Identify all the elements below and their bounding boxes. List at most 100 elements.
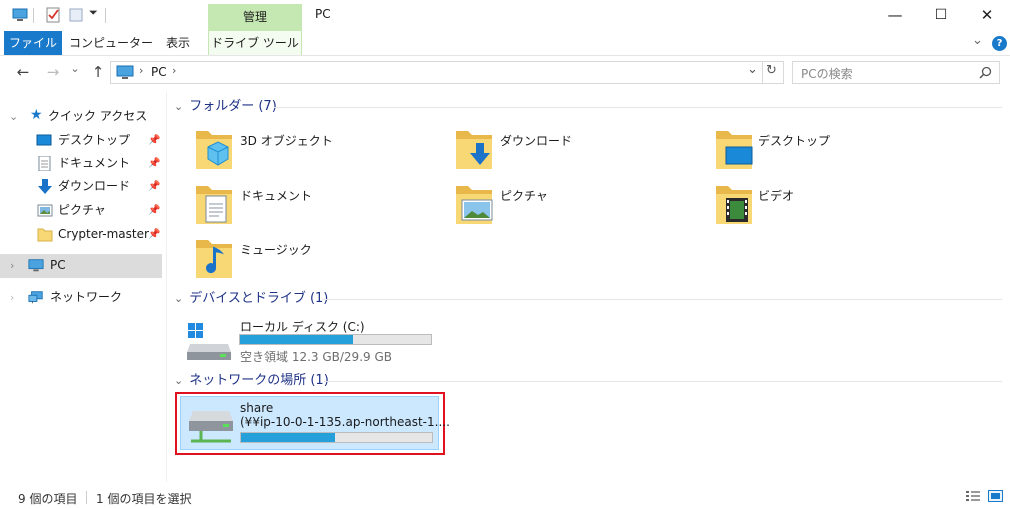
nav-item-label: ピクチャ xyxy=(58,203,106,217)
devices-group-header[interactable]: ⌄ デバイスとドライブ (1) xyxy=(174,289,328,309)
help-icon[interactable]: ? xyxy=(992,36,1007,51)
chevron-down-icon[interactable]: ⌄ xyxy=(174,100,183,113)
pin-icon[interactable]: 📌 xyxy=(148,152,160,175)
minimize-button[interactable]: — xyxy=(872,0,918,31)
nav-network[interactable]: › ネットワーク xyxy=(0,286,162,309)
share-path: (¥¥ip-10-0-1-135.ap-northeast-1.... xyxy=(240,415,450,429)
videos-folder-icon xyxy=(716,186,752,224)
folders-group-header[interactable]: ⌄ フォルダー (7) xyxy=(174,97,277,117)
hard-drive-icon xyxy=(187,323,231,360)
tab-drive-tools[interactable]: ドライブ ツール xyxy=(208,31,302,55)
breadcrumb-pc[interactable]: PC xyxy=(151,65,167,79)
folder-label: ドキュメント xyxy=(240,189,313,203)
drive-free-space: 空き領域 12.3 GB/29.9 GB xyxy=(240,350,392,364)
group-title: フォルダー (7) xyxy=(189,99,277,114)
downloads-folder-icon xyxy=(456,131,492,169)
share-usage-bar xyxy=(240,432,433,443)
window-title: PC xyxy=(315,7,331,21)
nav-quick-access[interactable]: ⌄ ★ クイック アクセス xyxy=(0,105,162,128)
share-name: share xyxy=(240,401,274,415)
nav-item-downloads[interactable]: ダウンロード 📌 xyxy=(0,175,162,198)
chevron-right-icon[interactable]: › xyxy=(10,254,14,277)
up-button[interactable]: ↑ xyxy=(89,63,107,81)
properties-icon[interactable] xyxy=(45,7,61,23)
chevron-right-icon[interactable]: › xyxy=(10,286,14,309)
search-input[interactable]: PCの検索 xyxy=(801,65,853,82)
folder-label: 3D オブジェクト xyxy=(240,134,333,148)
address-bar[interactable]: › PC › ⌄ ↻ xyxy=(110,61,784,84)
ribbon: ファイル コンピューター 表示 ドライブ ツール ⌄ ? xyxy=(0,31,1010,55)
folder-label: ミュージック xyxy=(240,243,312,257)
tab-computer[interactable]: コンピューター xyxy=(68,31,154,55)
title-bar: ⏷ 管理 PC — ☐ ✕ xyxy=(0,0,1010,32)
maximize-button[interactable]: ☐ xyxy=(918,0,964,31)
address-history-icon[interactable]: ⌄ xyxy=(747,62,758,77)
group-title: ネットワークの場所 (1) xyxy=(189,373,329,388)
nav-item-documents[interactable]: ドキュメント 📌 xyxy=(0,152,162,175)
breadcrumb-separator[interactable]: › xyxy=(172,64,176,77)
divider xyxy=(86,491,87,504)
expand-ribbon-icon[interactable]: ⌄ xyxy=(972,33,983,48)
drive-usage-bar xyxy=(239,334,432,345)
pin-icon[interactable]: 📌 xyxy=(148,223,160,246)
forward-button[interactable]: → xyxy=(44,63,62,81)
breadcrumb-separator[interactable]: › xyxy=(139,64,143,77)
search-icon[interactable] xyxy=(979,66,992,79)
close-button[interactable]: ✕ xyxy=(964,0,1010,31)
3d-objects-folder-icon xyxy=(196,131,232,169)
refresh-icon[interactable]: ↻ xyxy=(766,63,777,78)
nav-item-pictures[interactable]: ピクチャ 📌 xyxy=(0,199,162,222)
tab-drive-tools-label: ドライブ ツール xyxy=(211,36,299,50)
nav-item-crypter-master[interactable]: Crypter-master 📌 xyxy=(0,223,162,246)
group-divider xyxy=(274,107,1002,108)
desktop-folder-icon xyxy=(716,131,753,169)
tab-view[interactable]: 表示 xyxy=(158,31,198,55)
status-selected-count: 1 個の項目を選択 xyxy=(96,492,192,506)
nav-pc[interactable]: › PC xyxy=(0,254,162,278)
nav-pc-label: PC xyxy=(50,258,66,272)
customize-qat-icon[interactable]: ⏷ xyxy=(89,6,98,20)
divider xyxy=(105,8,106,23)
nav-item-desktop[interactable]: デスクトップ 📌 xyxy=(0,129,162,152)
group-title: デバイスとドライブ (1) xyxy=(189,291,329,306)
pin-icon[interactable]: 📌 xyxy=(148,175,160,198)
music-folder-icon xyxy=(196,240,232,278)
computer-icon xyxy=(28,259,44,272)
computer-icon[interactable] xyxy=(12,7,28,23)
chevron-down-icon[interactable]: ⌄ xyxy=(174,292,183,305)
folder-label: デスクトップ xyxy=(758,134,831,148)
folder-label: ビデオ xyxy=(758,189,795,203)
nav-item-label: デスクトップ xyxy=(58,133,131,147)
manage-context-tab[interactable]: 管理 xyxy=(208,4,302,32)
details-view-icon[interactable] xyxy=(966,490,980,503)
document-icon xyxy=(38,156,51,171)
back-button[interactable]: ← xyxy=(14,63,32,81)
recent-locations-button[interactable]: ⌄ xyxy=(66,62,84,75)
folder-label: ダウンロード xyxy=(500,134,573,148)
network-group-header[interactable]: ⌄ ネットワークの場所 (1) xyxy=(174,371,329,391)
pin-icon[interactable]: 📌 xyxy=(148,129,160,152)
nav-item-label: Crypter-master xyxy=(58,227,149,241)
drive-usage-fill xyxy=(240,335,353,344)
tab-file[interactable]: ファイル xyxy=(4,31,62,55)
desktop-icon xyxy=(36,134,52,146)
chevron-down-icon[interactable]: ⌄ xyxy=(174,374,183,387)
pictures-folder-icon xyxy=(456,186,493,224)
large-icons-view-icon[interactable] xyxy=(988,489,1003,503)
pin-icon[interactable]: 📌 xyxy=(148,199,160,222)
group-divider xyxy=(322,299,1002,300)
search-box[interactable]: PCの検索 xyxy=(792,61,1000,84)
pane-splitter[interactable] xyxy=(166,92,167,482)
nav-network-label: ネットワーク xyxy=(50,290,123,304)
share-usage-fill xyxy=(241,433,335,442)
drive-name: ローカル ディスク (C:) xyxy=(240,320,365,334)
divider xyxy=(33,8,34,23)
group-divider xyxy=(324,381,1002,382)
status-item-count: 9 個の項目 xyxy=(18,492,78,506)
folder-label: ピクチャ xyxy=(500,189,548,203)
folder-icon xyxy=(37,228,53,242)
network-share-item[interactable]: share (¥¥ip-10-0-1-135.ap-northeast-1...… xyxy=(180,396,450,450)
chevron-down-icon[interactable]: ⌄ xyxy=(9,105,18,128)
nav-quick-access-label: クイック アクセス xyxy=(48,109,148,123)
new-folder-icon[interactable] xyxy=(68,7,84,23)
